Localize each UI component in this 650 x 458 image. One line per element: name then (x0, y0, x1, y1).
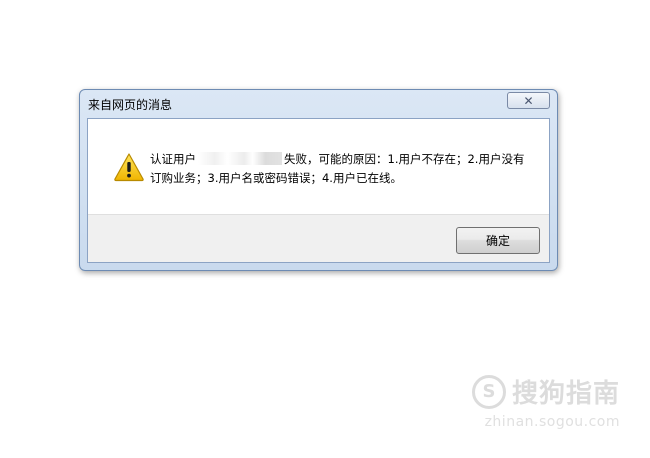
message-area: 认证用户 失败，可能的原因：1.用户不存在；2.用户没有订购业务；3.用户名或密码… (88, 119, 549, 214)
redacted-username (198, 152, 282, 165)
title-bar[interactable]: 来自网页的消息 ✕ (80, 90, 557, 118)
dialog-title: 来自网页的消息 (88, 98, 173, 112)
button-area: 确定 (88, 214, 549, 262)
message-dialog: 来自网页的消息 ✕ 认证用户 失败，可能的原因：1.用户不存在；2.用户没有订购业… (79, 89, 558, 271)
warning-icon (114, 153, 144, 182)
watermark-brand: 搜狗指南 (511, 379, 620, 409)
watermark: S 搜狗指南 zhinan.sogou.com (471, 373, 620, 430)
close-button[interactable]: ✕ (507, 92, 550, 109)
close-icon: ✕ (523, 93, 534, 108)
ok-button[interactable]: 确定 (456, 227, 540, 254)
sogou-logo-icon: S (471, 374, 506, 409)
watermark-url: zhinan.sogou.com (484, 414, 620, 430)
message-text: 认证用户 失败，可能的原因：1.用户不存在；2.用户没有订购业务；3.用户名或密码… (150, 150, 530, 188)
dialog-body: 认证用户 失败，可能的原因：1.用户不存在；2.用户没有订购业务；3.用户名或密码… (87, 118, 550, 263)
ok-button-label: 确定 (485, 234, 510, 248)
message-prefix: 认证用户 (150, 152, 196, 166)
